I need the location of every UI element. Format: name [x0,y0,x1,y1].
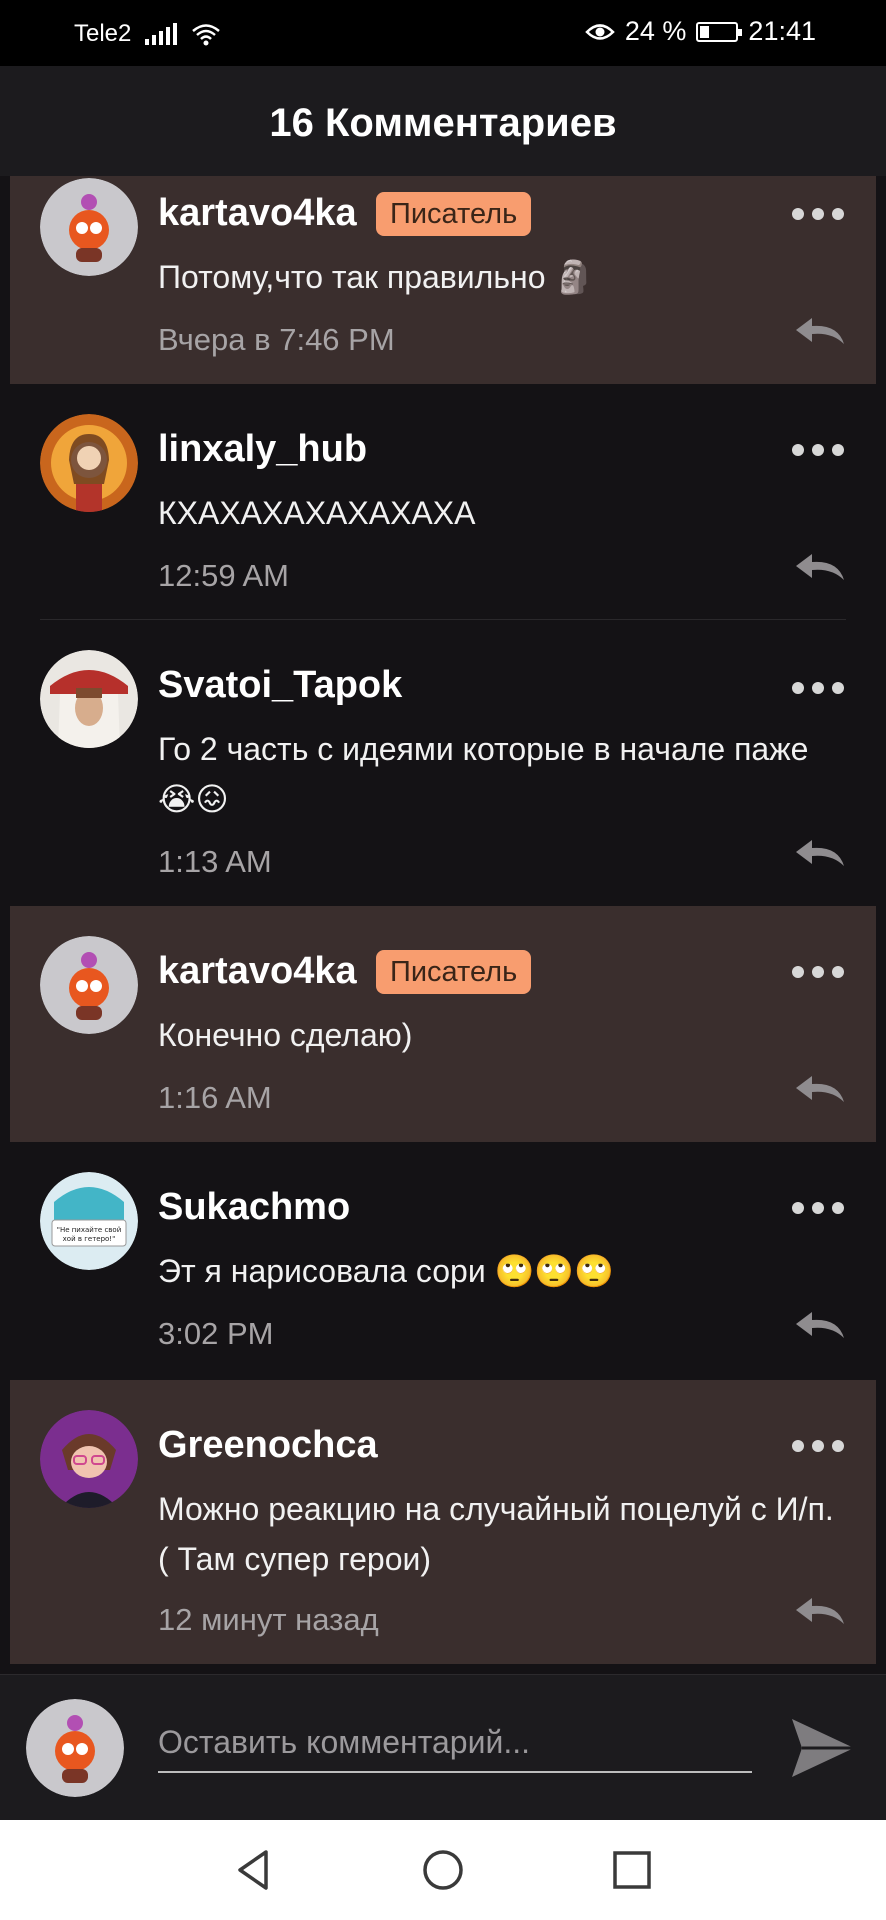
battery-percent: 24 % [624,16,687,46]
back-triangle-icon[interactable] [232,1848,276,1892]
more-dots-icon[interactable] [792,1440,844,1452]
reply-arrow-icon[interactable] [792,836,848,870]
clock: 21:41 [748,16,816,46]
more-dots-icon[interactable] [792,966,844,978]
battery-icon [696,21,743,42]
more-dots-icon[interactable] [792,682,844,694]
comment-time: 1:13 AM [158,844,272,879]
comment-text: Потому,что так правильно 🗿 [158,259,595,295]
comment-author[interactable]: kartavo4ka [158,192,357,235]
avatar[interactable] [40,414,138,512]
comment-time: Вчера в 7:46 PM [158,322,395,357]
comment-input[interactable] [158,1713,752,1773]
writer-badge: Писатель [376,950,532,994]
home-circle-icon[interactable] [421,1848,465,1892]
more-dots-icon[interactable] [792,208,844,220]
avatar[interactable] [40,650,138,748]
more-dots-icon[interactable] [792,1202,844,1214]
avatar[interactable] [40,178,138,276]
comment-item: Svatoi_Tapok Го 2 часть с идеями которые… [10,620,876,906]
comment-text: Го 2 часть с идеями которые в начале паж… [158,731,809,817]
svg-text:"Не пихайте свой: "Не пихайте свой [57,1226,122,1234]
comment-item: kartavo4ka Писатель Потому,что так прави… [10,176,876,384]
svg-text:хой в гетеро!": хой в гетеро!" [63,1235,116,1243]
avatar[interactable] [40,1410,138,1508]
writer-badge: Писатель [376,192,532,236]
avatar[interactable] [40,936,138,1034]
comment-item: Greenochca Можно реакцию на случайный по… [10,1380,876,1664]
comment-item: kartavo4ka Писатель Конечно сделаю) 1:16… [10,906,876,1142]
comment-text: Можно реакцию на случайный поцелуй с И/п… [158,1491,834,1577]
reply-arrow-icon[interactable] [792,314,848,348]
comment-text: Эт я нарисовала сори 🙄🙄🙄 [158,1253,615,1289]
comment-author[interactable]: kartavo4ka [158,950,357,993]
comment-item: "Не пихайте свой хой в гетеро!" Sukachmo… [10,1142,876,1378]
comment-author[interactable]: Sukachmo [158,1186,350,1229]
avatar [26,1699,124,1797]
avatar[interactable]: "Не пихайте свой хой в гетеро!" [40,1172,138,1270]
reply-arrow-icon[interactable] [792,1072,848,1106]
reply-arrow-icon[interactable] [792,1594,848,1628]
signal-icon [145,23,178,45]
comment-author[interactable]: Greenochca [158,1424,378,1467]
carrier-label: Tele2 [74,20,132,47]
status-bar: Tele2 24 % 21:41 [0,0,886,66]
page-title: 16 Комментариев [269,101,617,145]
comments-header: 16 Комментариев [0,66,886,176]
reply-arrow-icon[interactable] [792,1308,848,1342]
wifi-icon [192,24,221,46]
system-nav-bar [0,1820,886,1920]
eye-icon [585,23,615,40]
comment-author[interactable]: Svatoi_Tapok [158,664,402,707]
recents-square-icon[interactable] [610,1848,654,1892]
comment-time: 12:59 AM [158,558,289,593]
reply-arrow-icon[interactable] [792,550,848,584]
comment-time: 1:16 AM [158,1080,272,1115]
more-dots-icon[interactable] [792,444,844,456]
comment-text: Конечно сделаю) [158,1017,413,1053]
comment-time: 3:02 PM [158,1316,274,1351]
send-icon[interactable] [788,1715,858,1781]
comment-item: linxaly_hub КХАХАХАХАХАХАХА 12:59 AM [10,398,876,620]
comment-author[interactable]: linxaly_hub [158,428,367,471]
comment-text: КХАХАХАХАХАХАХА [158,495,476,531]
compose-bar [0,1674,886,1821]
comment-time: 12 минут назад [158,1602,379,1637]
